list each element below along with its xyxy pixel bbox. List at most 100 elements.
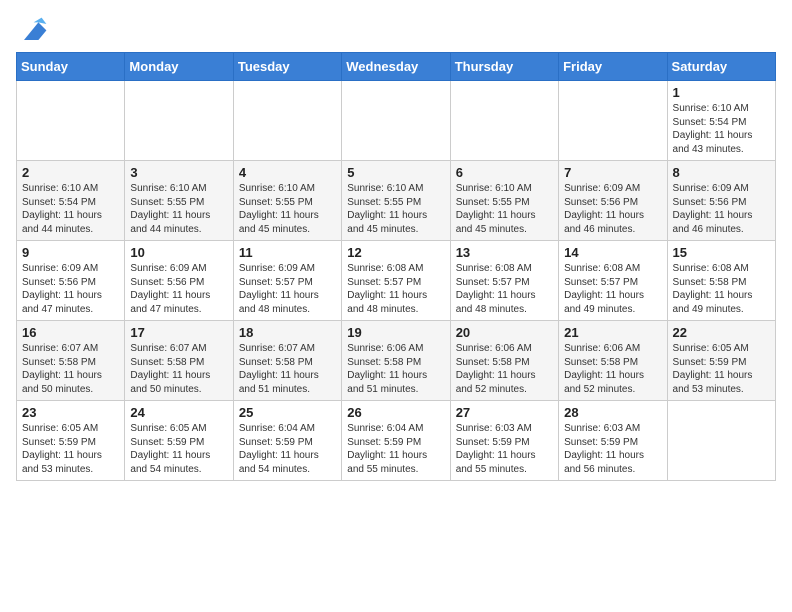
day-number: 19 (347, 325, 444, 340)
day-info: Sunrise: 6:04 AM Sunset: 5:59 PM Dayligh… (347, 422, 444, 476)
day-number: 22 (673, 325, 770, 340)
logo-icon (16, 16, 48, 44)
day-number: 18 (239, 325, 336, 340)
day-number: 2 (22, 165, 119, 180)
calendar-cell: 13 Sunrise: 6:08 AM Sunset: 5:57 PM Dayli… (450, 241, 558, 321)
calendar-cell: 12 Sunrise: 6:08 AM Sunset: 5:57 PM Dayli… (342, 241, 450, 321)
day-info: Sunrise: 6:08 AM Sunset: 5:58 PM Dayligh… (673, 262, 770, 316)
calendar-cell: 7 Sunrise: 6:09 AM Sunset: 5:56 PM Daylig… (559, 161, 667, 241)
calendar-cell (450, 81, 558, 161)
calendar-cell: 23 Sunrise: 6:05 AM Sunset: 5:59 PM Dayli… (17, 401, 125, 481)
day-info: Sunrise: 6:09 AM Sunset: 5:56 PM Dayligh… (564, 182, 661, 236)
calendar-cell: 27 Sunrise: 6:03 AM Sunset: 5:59 PM Dayli… (450, 401, 558, 481)
day-number: 8 (673, 165, 770, 180)
page-header (16, 16, 776, 44)
weekday-header-sunday: Sunday (17, 53, 125, 81)
calendar-cell: 21 Sunrise: 6:06 AM Sunset: 5:58 PM Dayli… (559, 321, 667, 401)
calendar-cell: 14 Sunrise: 6:08 AM Sunset: 5:57 PM Dayli… (559, 241, 667, 321)
day-number: 10 (130, 245, 227, 260)
week-row-3: 9 Sunrise: 6:09 AM Sunset: 5:56 PM Daylig… (17, 241, 776, 321)
calendar-cell: 2 Sunrise: 6:10 AM Sunset: 5:54 PM Daylig… (17, 161, 125, 241)
calendar-cell (559, 81, 667, 161)
calendar-cell: 5 Sunrise: 6:10 AM Sunset: 5:55 PM Daylig… (342, 161, 450, 241)
calendar-cell: 26 Sunrise: 6:04 AM Sunset: 5:59 PM Dayli… (342, 401, 450, 481)
day-info: Sunrise: 6:05 AM Sunset: 5:59 PM Dayligh… (130, 422, 227, 476)
day-number: 14 (564, 245, 661, 260)
day-info: Sunrise: 6:06 AM Sunset: 5:58 PM Dayligh… (456, 342, 553, 396)
calendar-cell: 16 Sunrise: 6:07 AM Sunset: 5:58 PM Dayli… (17, 321, 125, 401)
calendar: SundayMondayTuesdayWednesdayThursdayFrid… (16, 52, 776, 481)
calendar-cell: 24 Sunrise: 6:05 AM Sunset: 5:59 PM Dayli… (125, 401, 233, 481)
day-number: 27 (456, 405, 553, 420)
calendar-cell (233, 81, 341, 161)
weekday-header-thursday: Thursday (450, 53, 558, 81)
day-info: Sunrise: 6:08 AM Sunset: 5:57 PM Dayligh… (456, 262, 553, 316)
day-info: Sunrise: 6:10 AM Sunset: 5:55 PM Dayligh… (130, 182, 227, 236)
day-info: Sunrise: 6:10 AM Sunset: 5:54 PM Dayligh… (22, 182, 119, 236)
week-row-5: 23 Sunrise: 6:05 AM Sunset: 5:59 PM Dayli… (17, 401, 776, 481)
day-number: 21 (564, 325, 661, 340)
day-info: Sunrise: 6:09 AM Sunset: 5:56 PM Dayligh… (22, 262, 119, 316)
day-number: 28 (564, 405, 661, 420)
day-info: Sunrise: 6:05 AM Sunset: 5:59 PM Dayligh… (22, 422, 119, 476)
day-number: 17 (130, 325, 227, 340)
calendar-cell: 4 Sunrise: 6:10 AM Sunset: 5:55 PM Daylig… (233, 161, 341, 241)
day-info: Sunrise: 6:07 AM Sunset: 5:58 PM Dayligh… (22, 342, 119, 396)
day-number: 20 (456, 325, 553, 340)
day-number: 6 (456, 165, 553, 180)
day-info: Sunrise: 6:06 AM Sunset: 5:58 PM Dayligh… (347, 342, 444, 396)
calendar-cell: 8 Sunrise: 6:09 AM Sunset: 5:56 PM Daylig… (667, 161, 775, 241)
day-info: Sunrise: 6:09 AM Sunset: 5:56 PM Dayligh… (673, 182, 770, 236)
calendar-cell: 20 Sunrise: 6:06 AM Sunset: 5:58 PM Dayli… (450, 321, 558, 401)
calendar-cell: 22 Sunrise: 6:05 AM Sunset: 5:59 PM Dayli… (667, 321, 775, 401)
day-info: Sunrise: 6:07 AM Sunset: 5:58 PM Dayligh… (239, 342, 336, 396)
calendar-cell (125, 81, 233, 161)
weekday-header-wednesday: Wednesday (342, 53, 450, 81)
calendar-cell: 15Sunrise: 6:08 AM Sunset: 5:58 PM Dayli… (667, 241, 775, 321)
calendar-cell: 28 Sunrise: 6:03 AM Sunset: 5:59 PM Dayli… (559, 401, 667, 481)
day-info: Sunrise: 6:10 AM Sunset: 5:54 PM Dayligh… (673, 102, 770, 156)
day-info: Sunrise: 6:08 AM Sunset: 5:57 PM Dayligh… (347, 262, 444, 316)
day-info: Sunrise: 6:10 AM Sunset: 5:55 PM Dayligh… (347, 182, 444, 236)
day-info: Sunrise: 6:10 AM Sunset: 5:55 PM Dayligh… (456, 182, 553, 236)
week-row-2: 2 Sunrise: 6:10 AM Sunset: 5:54 PM Daylig… (17, 161, 776, 241)
day-number: 23 (22, 405, 119, 420)
calendar-cell (667, 401, 775, 481)
week-row-4: 16 Sunrise: 6:07 AM Sunset: 5:58 PM Dayli… (17, 321, 776, 401)
weekday-header-friday: Friday (559, 53, 667, 81)
day-number: 24 (130, 405, 227, 420)
day-info: Sunrise: 6:04 AM Sunset: 5:59 PM Dayligh… (239, 422, 336, 476)
day-number: 5 (347, 165, 444, 180)
day-number: 1 (673, 85, 770, 100)
day-info: Sunrise: 6:09 AM Sunset: 5:56 PM Dayligh… (130, 262, 227, 316)
day-info: Sunrise: 6:03 AM Sunset: 5:59 PM Dayligh… (456, 422, 553, 476)
weekday-header-saturday: Saturday (667, 53, 775, 81)
day-info: Sunrise: 6:10 AM Sunset: 5:55 PM Dayligh… (239, 182, 336, 236)
calendar-cell: 10 Sunrise: 6:09 AM Sunset: 5:56 PM Dayli… (125, 241, 233, 321)
logo (16, 16, 52, 44)
day-info: Sunrise: 6:06 AM Sunset: 5:58 PM Dayligh… (564, 342, 661, 396)
day-info: Sunrise: 6:08 AM Sunset: 5:57 PM Dayligh… (564, 262, 661, 316)
calendar-cell: 17 Sunrise: 6:07 AM Sunset: 5:58 PM Dayli… (125, 321, 233, 401)
day-number: 25 (239, 405, 336, 420)
day-number: 11 (239, 245, 336, 260)
day-number: 12 (347, 245, 444, 260)
calendar-cell: 19 Sunrise: 6:06 AM Sunset: 5:58 PM Dayli… (342, 321, 450, 401)
calendar-cell: 11 Sunrise: 6:09 AM Sunset: 5:57 PM Dayli… (233, 241, 341, 321)
day-info: Sunrise: 6:05 AM Sunset: 5:59 PM Dayligh… (673, 342, 770, 396)
weekday-header-tuesday: Tuesday (233, 53, 341, 81)
day-info: Sunrise: 6:03 AM Sunset: 5:59 PM Dayligh… (564, 422, 661, 476)
day-number: 26 (347, 405, 444, 420)
day-number: 3 (130, 165, 227, 180)
calendar-cell (342, 81, 450, 161)
day-info: Sunrise: 6:09 AM Sunset: 5:57 PM Dayligh… (239, 262, 336, 316)
calendar-cell (17, 81, 125, 161)
calendar-cell: 9 Sunrise: 6:09 AM Sunset: 5:56 PM Daylig… (17, 241, 125, 321)
day-number: 13 (456, 245, 553, 260)
week-row-1: 1 Sunrise: 6:10 AM Sunset: 5:54 PM Daylig… (17, 81, 776, 161)
day-info: Sunrise: 6:07 AM Sunset: 5:58 PM Dayligh… (130, 342, 227, 396)
day-number: 7 (564, 165, 661, 180)
day-number: 16 (22, 325, 119, 340)
day-number: 9 (22, 245, 119, 260)
day-number: 4 (239, 165, 336, 180)
